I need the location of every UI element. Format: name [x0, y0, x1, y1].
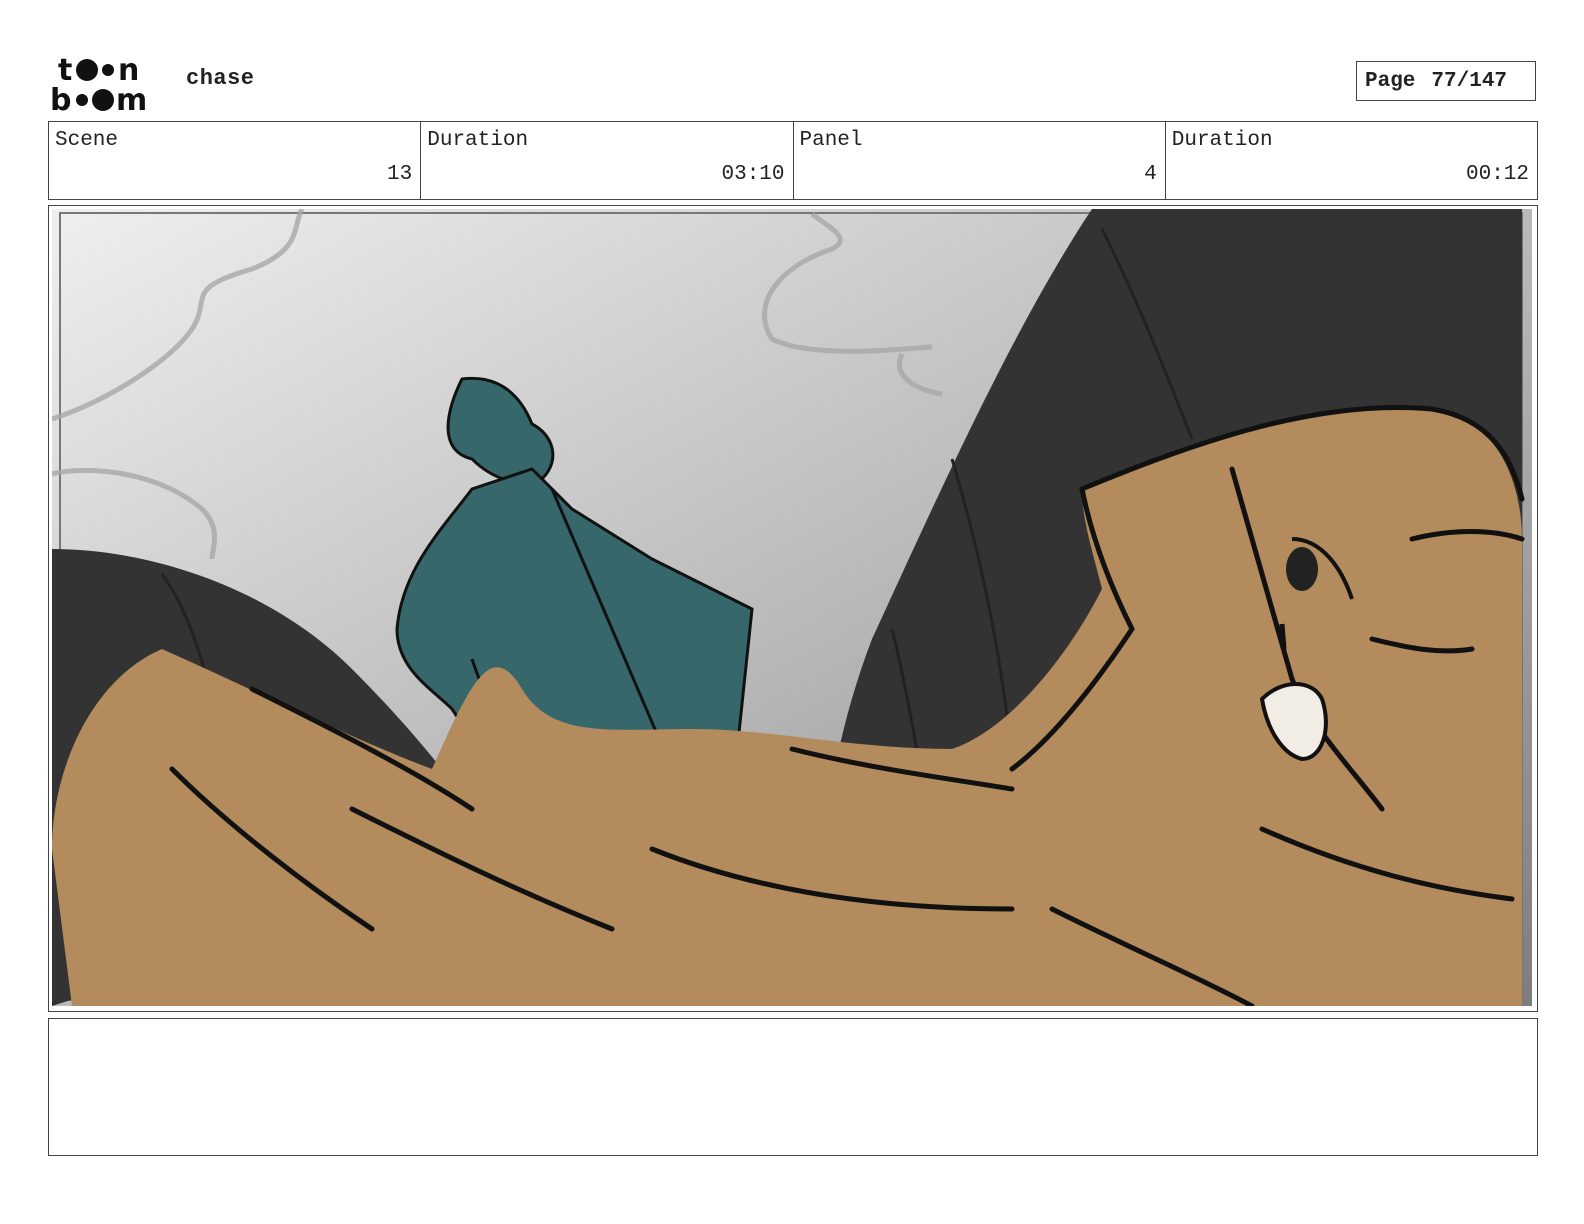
panel-info-table: Scene 13 Duration 03:10 Panel 4 Duration… [48, 121, 1538, 200]
project-title: chase [186, 66, 255, 91]
panel-duration-value: 00:12 [1465, 163, 1529, 186]
page-label: Page [1365, 69, 1416, 93]
toon-boom-logo: t n b m [50, 50, 166, 118]
svg-text:m: m [116, 83, 147, 114]
scene-value: 13 [387, 163, 413, 186]
eye [1286, 547, 1318, 591]
scene-duration-value: 03:10 [721, 163, 785, 186]
scene-label: Scene [55, 129, 119, 152]
scene-duration-cell: Duration 03:10 [421, 122, 794, 199]
panel-cell: Panel 4 [794, 122, 1166, 199]
storyboard-panel-frame [48, 205, 1538, 1012]
storyboard-drawing [52, 209, 1532, 1006]
scene-cell: Scene 13 [49, 122, 422, 199]
page-indicator: Page 77/147 [1356, 61, 1536, 101]
scene-duration-label: Duration [427, 129, 529, 152]
panel-duration-label: Duration [1171, 129, 1273, 152]
panel-notes-box [48, 1018, 1538, 1156]
panel-value: 4 [1144, 163, 1157, 186]
svg-text:b: b [50, 83, 71, 114]
panel-duration-cell: Duration 00:12 [1166, 122, 1537, 199]
page-number: 77/147 [1431, 69, 1508, 93]
panel-label: Panel [799, 129, 863, 152]
